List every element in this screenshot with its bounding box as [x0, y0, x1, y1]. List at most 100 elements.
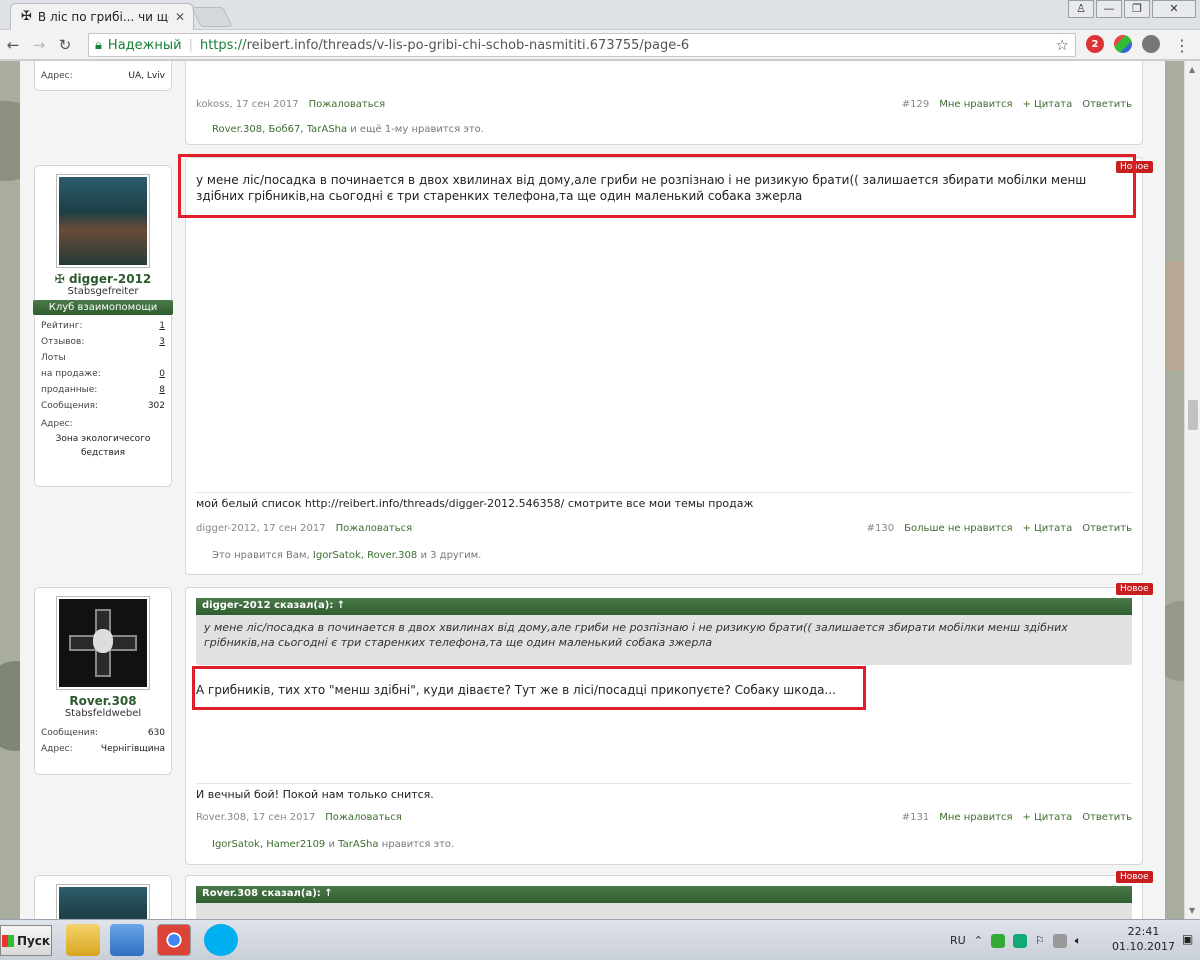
- avatar-image: [59, 599, 147, 687]
- username[interactable]: ✠ digger-2012: [41, 272, 165, 286]
- post-number[interactable]: #129: [902, 99, 929, 110]
- stat-value[interactable]: 3: [159, 334, 165, 350]
- stat-label: Адрес:: [41, 744, 73, 754]
- omnibox[interactable]: 🔒︎ Надежный | https:// reibert.info/thre…: [88, 33, 1076, 57]
- reply-link[interactable]: Ответить: [1082, 812, 1132, 823]
- user-stat-row: Сообщения: 302: [41, 398, 165, 414]
- post-author-date[interactable]: digger-2012, 17 сен 2017: [196, 523, 326, 534]
- quote-link[interactable]: + Цитата: [1022, 812, 1072, 823]
- browser-menu-icon[interactable]: ⋮: [1174, 36, 1190, 55]
- likes-users[interactable]: IgorSatok, Rover.308: [313, 550, 417, 561]
- user-profile-button[interactable]: ♙: [1068, 0, 1094, 18]
- tray-expand-icon[interactable]: ⌃: [974, 934, 983, 947]
- scroll-up-icon[interactable]: ▲: [1189, 65, 1195, 74]
- likes-user[interactable]: TarASha: [338, 839, 378, 850]
- tab-title: В ліс по грибі... чи щоб: [37, 10, 169, 24]
- address-label: Адрес:: [41, 71, 73, 81]
- forward-arrow-icon[interactable]: →: [26, 36, 52, 54]
- notifications-icon[interactable]: ▣: [1182, 932, 1193, 946]
- new-tab-button[interactable]: [191, 7, 233, 27]
- window-controls: ♙ — ❐ ✕: [1068, 0, 1196, 18]
- stat-label: Рейтинг:: [41, 321, 83, 331]
- sync-extension-icon[interactable]: [1142, 35, 1160, 53]
- page-scrollbar[interactable]: ▲ ▼: [1184, 61, 1200, 919]
- language-indicator[interactable]: RU: [950, 934, 966, 947]
- network-icon[interactable]: [1052, 933, 1067, 948]
- report-link[interactable]: Пожаловаться: [336, 523, 413, 534]
- avatar-image: [59, 887, 147, 919]
- stat-value[interactable]: 8: [159, 382, 165, 398]
- scroll-down-icon[interactable]: ▼: [1189, 906, 1195, 915]
- post-author-date[interactable]: Rover.308, 17 сен 2017: [196, 812, 315, 823]
- tab-close-icon[interactable]: ✕: [175, 10, 185, 24]
- likes-users[interactable]: Rover.308, Боб67, TarASha: [212, 124, 347, 135]
- minimize-button[interactable]: —: [1096, 0, 1122, 18]
- avatar[interactable]: [56, 174, 150, 268]
- report-link[interactable]: Пожаловаться: [325, 812, 402, 823]
- signature: И вечный бой! Покой нам только снится.: [196, 783, 1132, 801]
- username-text: digger-2012: [68, 272, 152, 286]
- avatar[interactable]: [56, 596, 150, 690]
- likes-tail: и 3 другим.: [417, 550, 482, 561]
- like-link[interactable]: Мне нравится: [939, 99, 1012, 110]
- avatar[interactable]: [56, 884, 150, 919]
- address-value: UA, Lviv: [128, 71, 165, 81]
- quote-header[interactable]: digger-2012 сказал(а): ↑: [196, 598, 1132, 615]
- system-tray: RU ⌃ ⚐ 🔈︎: [950, 920, 1081, 960]
- address-toolbar: ← → ↻ 🔒︎ Надежный | https:// reibert.inf…: [0, 30, 1200, 60]
- browser-tab[interactable]: ✠ В ліс по грибі... чи щоб ✕: [10, 3, 194, 30]
- url-scheme: https://: [199, 37, 247, 53]
- address-label: Адрес:: [41, 419, 73, 429]
- quote-link[interactable]: + Цитата: [1022, 523, 1072, 534]
- user-stat-row: Рейтинг: 1: [41, 318, 165, 334]
- back-arrow-icon[interactable]: ←: [0, 36, 26, 54]
- volume-icon[interactable]: 🔈︎: [1075, 934, 1082, 948]
- scrollbar-thumb[interactable]: [1188, 400, 1198, 430]
- close-window-button[interactable]: ✕: [1152, 0, 1196, 18]
- post-meta: digger-2012, 17 сен 2017 Пожаловаться #1…: [196, 523, 1132, 534]
- chrome-icon[interactable]: [157, 924, 191, 956]
- stat-label: Отзывов:: [41, 337, 85, 347]
- action-center-flag-icon[interactable]: ⚐: [1035, 934, 1045, 947]
- quote-header[interactable]: Rover.308 сказал(а): ↑: [196, 886, 1132, 903]
- stat-value[interactable]: 1: [159, 318, 165, 334]
- new-badge: Новое: [1116, 583, 1153, 595]
- tray-app-icon[interactable]: [1012, 933, 1027, 948]
- post-132: Rover.308 сказал(а): ↑: [185, 875, 1143, 919]
- start-button[interactable]: Пуск: [0, 925, 52, 956]
- opera-extension-icon[interactable]: 2: [1086, 35, 1104, 53]
- file-explorer-icon[interactable]: [66, 924, 100, 956]
- unlike-link[interactable]: Больше не нравится: [904, 523, 1012, 534]
- highlight-box: [178, 154, 1136, 218]
- username[interactable]: Rover.308: [41, 694, 165, 708]
- post-number[interactable]: #131: [902, 812, 929, 823]
- highlight-box: [192, 666, 866, 710]
- quote-link[interactable]: + Цитата: [1022, 99, 1072, 110]
- post-meta: kokoss, 17 сен 2017 Пожаловаться #129 Мн…: [196, 99, 1132, 110]
- likes-prefix: Это нравится Вам,: [212, 550, 313, 561]
- reply-link[interactable]: Ответить: [1082, 99, 1132, 110]
- user-stats: Рейтинг: 1 Отзывов: 3 Лоты на продаже: 0 прод…: [41, 318, 165, 414]
- clock[interactable]: 22:41 01.10.2017: [1112, 924, 1175, 954]
- likes-users[interactable]: IgorSatok, Hamer2109: [212, 839, 325, 850]
- stat-value[interactable]: 0: [159, 366, 165, 382]
- user-info-digger-2012: [34, 875, 172, 919]
- like-link[interactable]: Мне нравится: [939, 812, 1012, 823]
- tray-app-icon[interactable]: [990, 933, 1005, 948]
- club-banner[interactable]: Клуб взаимопомощи: [33, 300, 173, 315]
- skype-icon[interactable]: [204, 924, 238, 956]
- reply-link[interactable]: Ответить: [1082, 523, 1132, 534]
- maximize-button[interactable]: ❐: [1124, 0, 1150, 18]
- stat-label: на продаже:: [41, 369, 101, 379]
- media-player-icon[interactable]: [110, 924, 144, 956]
- colorful-extension-icon[interactable]: [1114, 35, 1132, 53]
- post-author-date[interactable]: kokoss, 17 сен 2017: [196, 99, 299, 110]
- report-link[interactable]: Пожаловаться: [309, 99, 386, 110]
- secure-label: Надежный: [107, 37, 182, 53]
- likes-tail: нравится это.: [378, 839, 455, 850]
- page-viewport: Адрес: UA, Lviv kokoss, 17 сен 2017 Пожа…: [0, 61, 1184, 919]
- post-number[interactable]: #130: [867, 523, 894, 534]
- stat-label: проданные:: [41, 385, 98, 395]
- bookmark-star-icon[interactable]: ☆: [1056, 36, 1069, 54]
- reload-icon[interactable]: ↻: [52, 36, 78, 54]
